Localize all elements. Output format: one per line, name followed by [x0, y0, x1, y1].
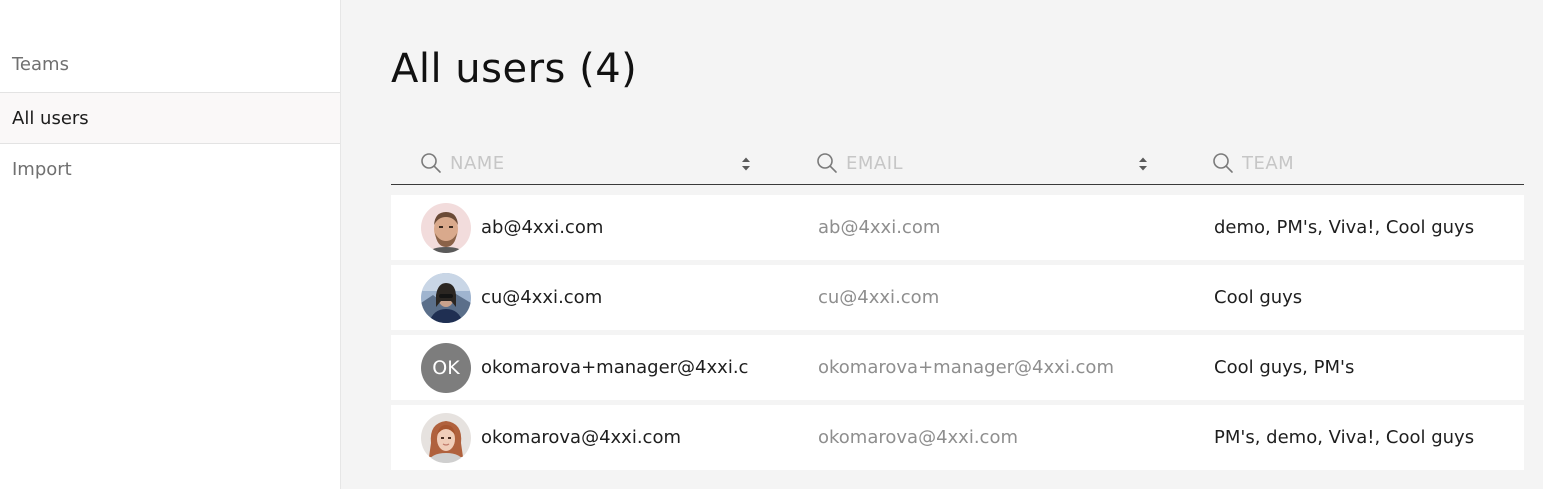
sort-icon[interactable] [741, 156, 751, 172]
user-name: okomarova@4xxi.com [481, 427, 681, 448]
team-search-input[interactable] [1242, 152, 1502, 174]
user-teams: PM's, demo, Viva!, Cool guys [1214, 427, 1475, 448]
sidebar-item-all-users[interactable]: All users [0, 92, 340, 144]
user-name: ab@4xxi.com [481, 217, 604, 238]
sidebar: Teams All users Import [0, 0, 341, 489]
user-email: okomarova@4xxi.com [818, 427, 1018, 448]
search-icon [1212, 152, 1234, 174]
app: Teams All users Import All users (4) NAM… [0, 0, 1543, 489]
search-icon [816, 152, 838, 174]
avatar [421, 413, 471, 463]
page-title: All users (4) [391, 46, 638, 92]
table-row[interactable]: okomarova@4xxi.com okomarova@4xxi.com PM… [391, 405, 1524, 470]
email-search-input[interactable] [846, 152, 1106, 174]
avatar [421, 203, 471, 253]
team-filter [1212, 149, 1512, 177]
name-filter [420, 149, 760, 177]
user-teams: Cool guys, PM's [1214, 357, 1355, 378]
user-teams: demo, PM's, Viva!, Cool guys [1214, 217, 1475, 238]
user-list: ab@4xxi.com ab@4xxi.com demo, PM's, Viva… [391, 195, 1524, 475]
sidebar-item-teams[interactable]: Teams [0, 39, 340, 90]
table-row[interactable]: OK okomarova+manager@4xxi.c okomarova+ma… [391, 335, 1524, 400]
table-row[interactable]: cu@4xxi.com cu@4xxi.com Cool guys [391, 265, 1524, 330]
user-email: ab@4xxi.com [818, 217, 941, 238]
user-email: okomarova+manager@4xxi.com [818, 357, 1114, 378]
user-email: cu@4xxi.com [818, 287, 940, 308]
user-name: cu@4xxi.com [481, 287, 603, 308]
table-row[interactable]: ab@4xxi.com ab@4xxi.com demo, PM's, Viva… [391, 195, 1524, 260]
avatar: OK [421, 343, 471, 393]
name-search-input[interactable] [450, 152, 710, 174]
avatar [421, 273, 471, 323]
search-icon [420, 152, 442, 174]
user-name: okomarova+manager@4xxi.c [481, 357, 749, 378]
sidebar-item-import[interactable]: Import [0, 144, 340, 195]
sort-icon[interactable] [1138, 156, 1148, 172]
user-teams: Cool guys [1214, 287, 1303, 308]
email-filter [816, 149, 1156, 177]
table-header [391, 141, 1524, 185]
